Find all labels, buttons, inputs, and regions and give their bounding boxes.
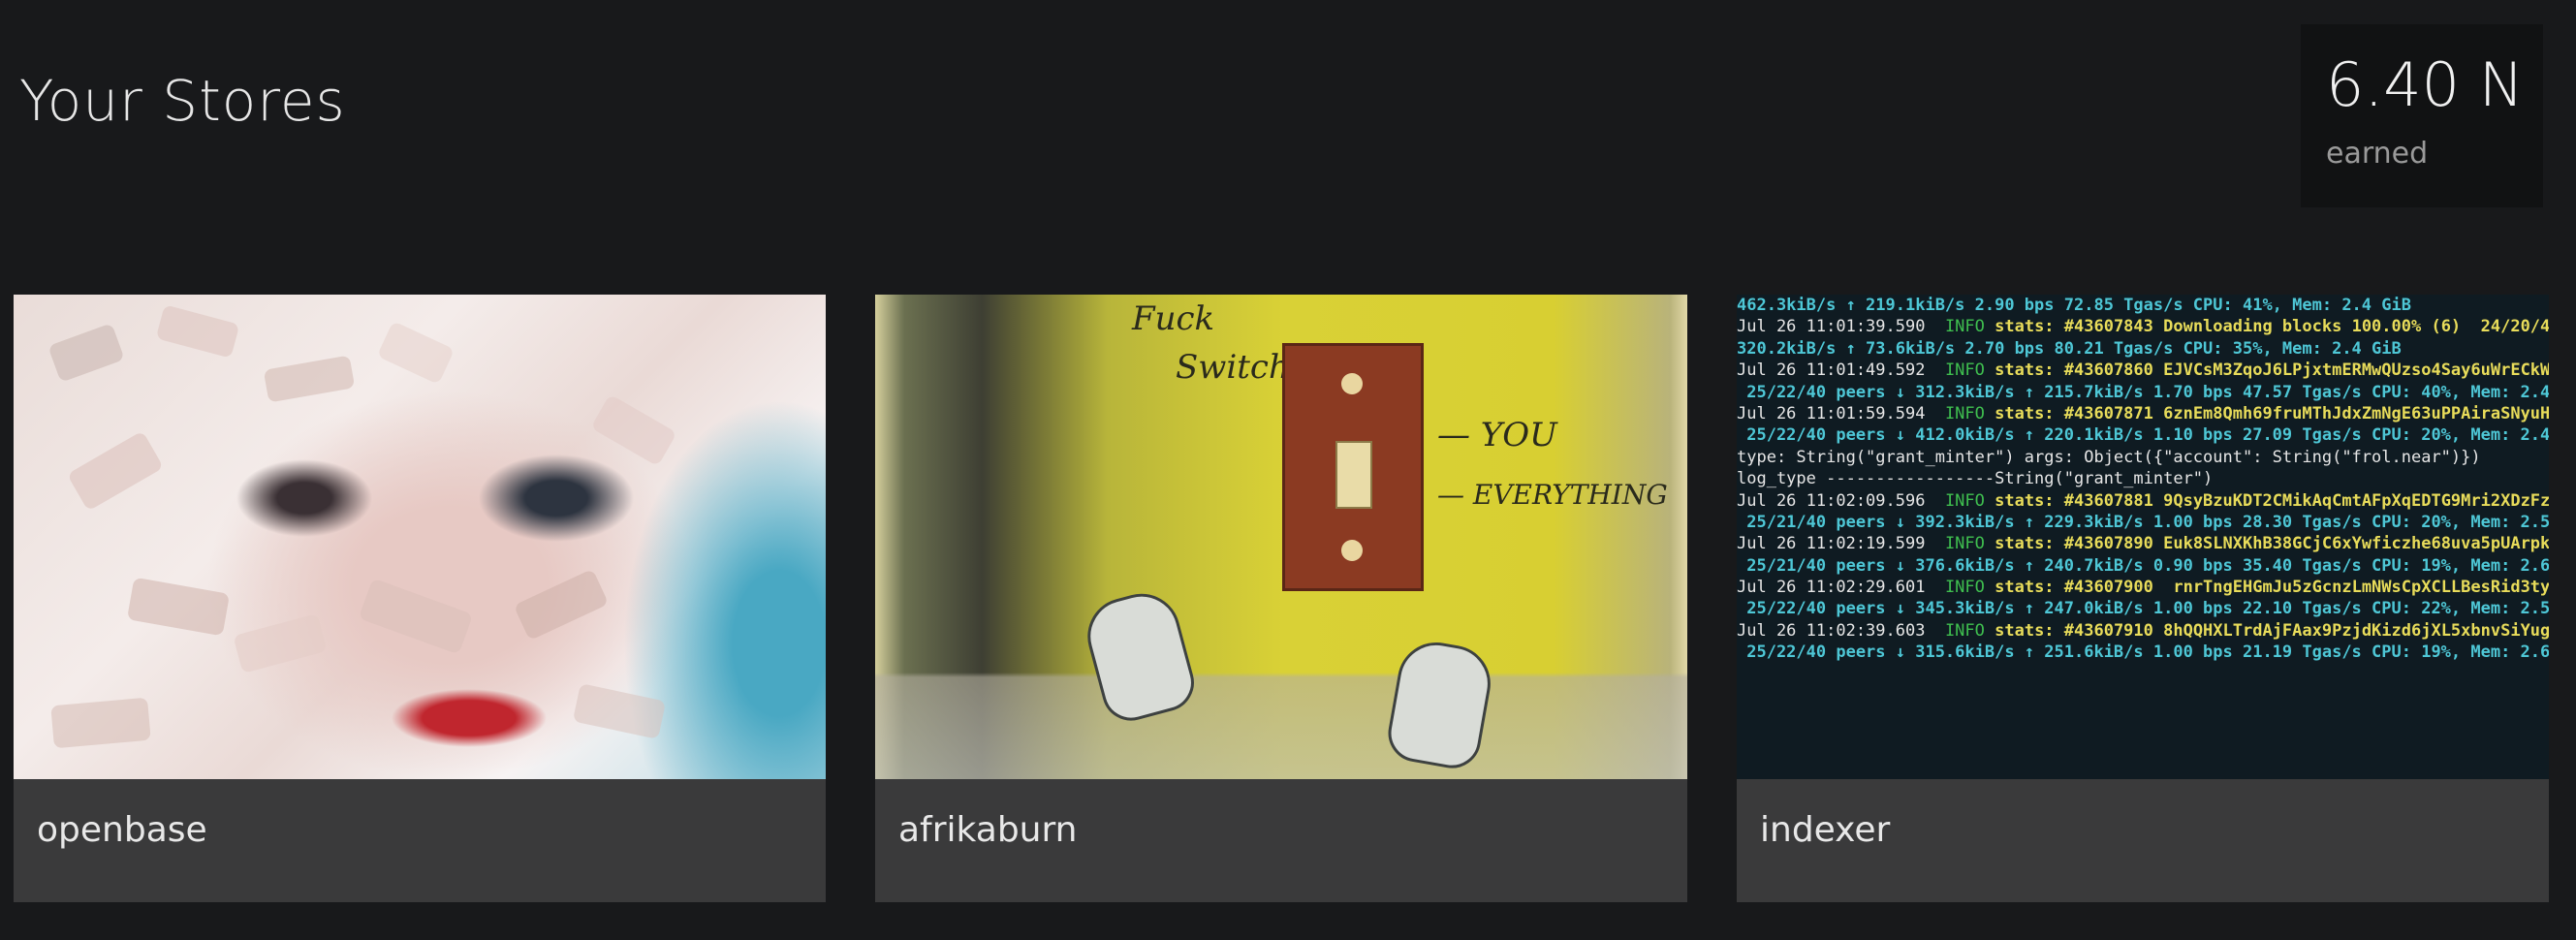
store-name[interactable]: indexer xyxy=(1760,810,1890,850)
page-title: Your Stores xyxy=(19,68,346,134)
terminal-line: 25/21/40 peers ↓ 376.6kiB/s ↑ 240.7kiB/s… xyxy=(1737,555,2549,576)
terminal-line: Jul 26 11:02:09.596 INFO stats: #4360788… xyxy=(1737,490,2549,511)
terminal-line: type: String("grant_minter") args: Objec… xyxy=(1737,447,2481,467)
terminal-line: 25/22/40 peers ↓ 312.3kiB/s ↑ 215.7kiB/s… xyxy=(1737,382,2549,402)
terminal-line: Jul 26 11:01:39.590 INFO stats: #4360784… xyxy=(1737,317,2549,337)
terminal-line: Jul 26 11:01:59.594 INFO stats: #4360787… xyxy=(1737,403,2549,423)
right-shoe xyxy=(1383,636,1497,773)
earnings-amount: 6.40 N xyxy=(2326,49,2525,120)
terminal-line: 25/22/40 peers ↓ 315.6kiB/s ↑ 251.6kiB/s… xyxy=(1737,642,2549,663)
terminal-line: 25/21/40 peers ↓ 392.3kiB/s ↑ 229.3kiB/s… xyxy=(1737,512,2549,532)
terminal-line: Jul 26 11:02:29.601 INFO stats: #4360790… xyxy=(1737,578,2549,598)
store-name[interactable]: afrikaburn xyxy=(898,810,1077,850)
store-card-openbase[interactable]: openbase xyxy=(14,295,826,902)
left-shoe xyxy=(1079,584,1201,728)
wall-text-line1: Fuck xyxy=(1132,299,1215,338)
store-name[interactable]: openbase xyxy=(37,810,207,850)
terminal-line: 320.2kiB/s ↑ 73.6kiB/s 2.70 bps 80.21 Tg… xyxy=(1737,338,2402,359)
store-thumbnail-indexer[interactable]: 462.3kiB/s ↑ 219.1kiB/s 2.90 bps 72.85 T… xyxy=(1737,295,2549,779)
light-switch-plate xyxy=(1282,343,1424,591)
earnings-panel: 6.40 N earned xyxy=(2301,24,2543,207)
wall-text-line2: Switch xyxy=(1176,348,1290,387)
terminal-line: Jul 26 11:02:39.603 INFO stats: #4360791… xyxy=(1737,620,2549,641)
store-thumbnail-openbase[interactable] xyxy=(14,295,826,779)
terminal-line: Jul 26 11:01:49.592 INFO stats: #4360786… xyxy=(1737,360,2549,381)
terminal-line: log_type -----------------String("grant_… xyxy=(1737,469,2214,489)
store-thumbnail-afrikaburn[interactable]: Fuck Switch — YOU — EVERYTHING xyxy=(875,295,1687,779)
terminal-line: 25/22/40 peers ↓ 345.3kiB/s ↑ 247.0kiB/s… xyxy=(1737,599,2549,619)
terminal-line: 25/22/40 peers ↓ 412.0kiB/s ↑ 220.1kiB/s… xyxy=(1737,425,2549,446)
store-card-afrikaburn[interactable]: Fuck Switch — YOU — EVERYTHING afrikabur… xyxy=(875,295,1687,902)
earnings-label: earned xyxy=(2326,137,2429,172)
wall-text-line3: — YOU xyxy=(1437,416,1557,454)
terminal-line: Jul 26 11:02:19.599 INFO stats: #4360789… xyxy=(1737,534,2549,554)
store-card-indexer[interactable]: 462.3kiB/s ↑ 219.1kiB/s 2.90 bps 72.85 T… xyxy=(1737,295,2549,902)
terminal-line: 462.3kiB/s ↑ 219.1kiB/s 2.90 bps 72.85 T… xyxy=(1737,296,2411,315)
wall-text-line4: — EVERYTHING xyxy=(1437,479,1668,511)
